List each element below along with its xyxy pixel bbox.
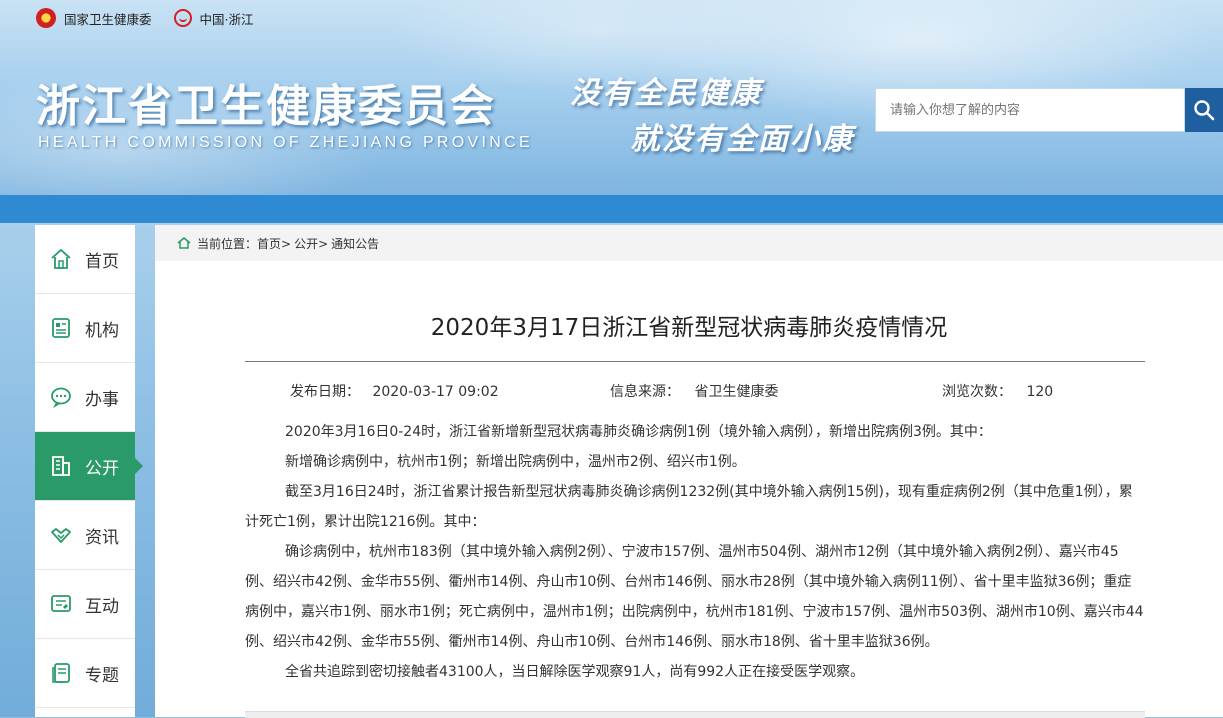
breadcrumb: 当前位置： 首页> 公开> 通知公告 (155, 225, 1223, 261)
publish-date: 发布日期： 2020-03-17 09:02 (290, 381, 499, 401)
article-paragraph: 2020年3月16日0-24时，浙江省新增新型冠状病毒肺炎确诊病例1例（境外输入… (285, 424, 992, 440)
article-title: 2020年3月17日浙江省新型冠状病毒肺炎疫情情况 (430, 315, 948, 341)
slogan-line1: 没有全民健康 (570, 76, 762, 111)
source-value: 省卫生健康委 (694, 384, 779, 400)
nav-item-interaction[interactable]: 互动 (35, 570, 135, 639)
main-content: 当前位置： 首页> 公开> 通知公告 2020年3月17日浙江省新型冠状病毒肺炎… (155, 225, 1223, 718)
breadcrumb-link-public[interactable]: 公开> (294, 235, 328, 252)
article-body: 2020年3月16日0-24时，浙江省新增新型冠状病毒肺炎确诊病例1例（境外输入… (245, 417, 1145, 687)
nav-label: 资讯 (85, 527, 119, 548)
building-icon (49, 454, 73, 478)
nav-label: 首页 (85, 251, 119, 272)
search-box (875, 88, 1223, 132)
breadcrumb-prefix: 当前位置： (197, 236, 258, 251)
views-value: 120 (1026, 384, 1054, 400)
nav-item-news[interactable]: 资讯 (35, 501, 135, 570)
organization-icon (49, 316, 73, 340)
top-link-label: 国家卫生健康委 (64, 11, 152, 27)
breadcrumb-link-home[interactable]: 首页> (257, 235, 291, 252)
interaction-icon (49, 592, 73, 616)
home-icon (49, 247, 73, 271)
article-paragraph: 全省共追踪到密切接触者43100人，当日解除医学观察91人，尚有992人正在接受… (285, 664, 865, 680)
slogan-line2: 就没有全面小康 (630, 122, 854, 157)
site-logo-cn[interactable]: 浙江省卫生健康委员会 (36, 70, 496, 134)
header-banner: 国家卫生健康委 中国·浙江 浙江省卫生健康委员会 HEALTH COMMISSI… (0, 0, 1223, 195)
search-icon (1194, 100, 1215, 121)
nav-item-topics[interactable]: 专题 (35, 639, 135, 708)
nav-item-home[interactable]: 首页 (35, 225, 135, 294)
article-paragraph: 确诊病例中，杭州市183例（其中境外输入病例2例）、宁波市157例、温州市504… (245, 544, 1144, 650)
nav-label: 办事 (85, 389, 119, 410)
topic-icon (49, 661, 73, 685)
publish-value: 2020-03-17 09:02 (372, 384, 499, 400)
title-divider (245, 361, 1145, 362)
site-logo-en: HEALTH COMMISSION OF ZHEJIANG PROVINCE (38, 134, 533, 151)
national-emblem-icon (36, 8, 56, 28)
sidebar-nav: 首页 机构 办事 公开 资讯 互动 专题 (35, 225, 143, 717)
views-label: 浏览次数： (942, 384, 1012, 400)
chat-bubble-icon (49, 385, 73, 409)
home-icon (177, 237, 191, 249)
nav-label: 互动 (85, 596, 119, 617)
nav-label: 机构 (85, 320, 119, 341)
top-link-national[interactable]: 国家卫生健康委 (36, 8, 152, 28)
info-source: 信息来源： 省卫生健康委 (610, 381, 778, 401)
header-stripe (0, 195, 1223, 223)
search-input[interactable] (875, 88, 1185, 132)
nav-label: 公开 (85, 458, 119, 479)
search-button[interactable] (1185, 88, 1223, 132)
nav-item-organization[interactable]: 机构 (35, 294, 135, 363)
nav-item-public[interactable]: 公开 (35, 432, 143, 501)
source-label: 信息来源： (610, 384, 680, 400)
publish-label: 发布日期： (290, 384, 360, 400)
nav-item-services[interactable]: 办事 (35, 363, 135, 432)
top-link-zhejiang[interactable]: 中国·浙江 (173, 9, 254, 28)
view-count: 浏览次数： 120 (942, 381, 1053, 401)
top-links: 国家卫生健康委 中国·浙江 (36, 8, 276, 28)
china-zhejiang-icon (173, 9, 192, 27)
handshake-icon (49, 523, 73, 547)
article-paragraph: 截至3月16日24时，浙江省累计报告新型冠状病毒肺炎确诊病例1232例(其中境外… (245, 484, 1133, 530)
article-paragraph: 新增确诊病例中，杭州市1例；新增出院病例中，温州市2例、绍兴市1例。 (285, 454, 746, 470)
breadcrumb-link-notices[interactable]: 通知公告 (331, 235, 379, 252)
top-link-label: 中国·浙江 (199, 11, 254, 27)
nav-label: 专题 (85, 665, 119, 686)
